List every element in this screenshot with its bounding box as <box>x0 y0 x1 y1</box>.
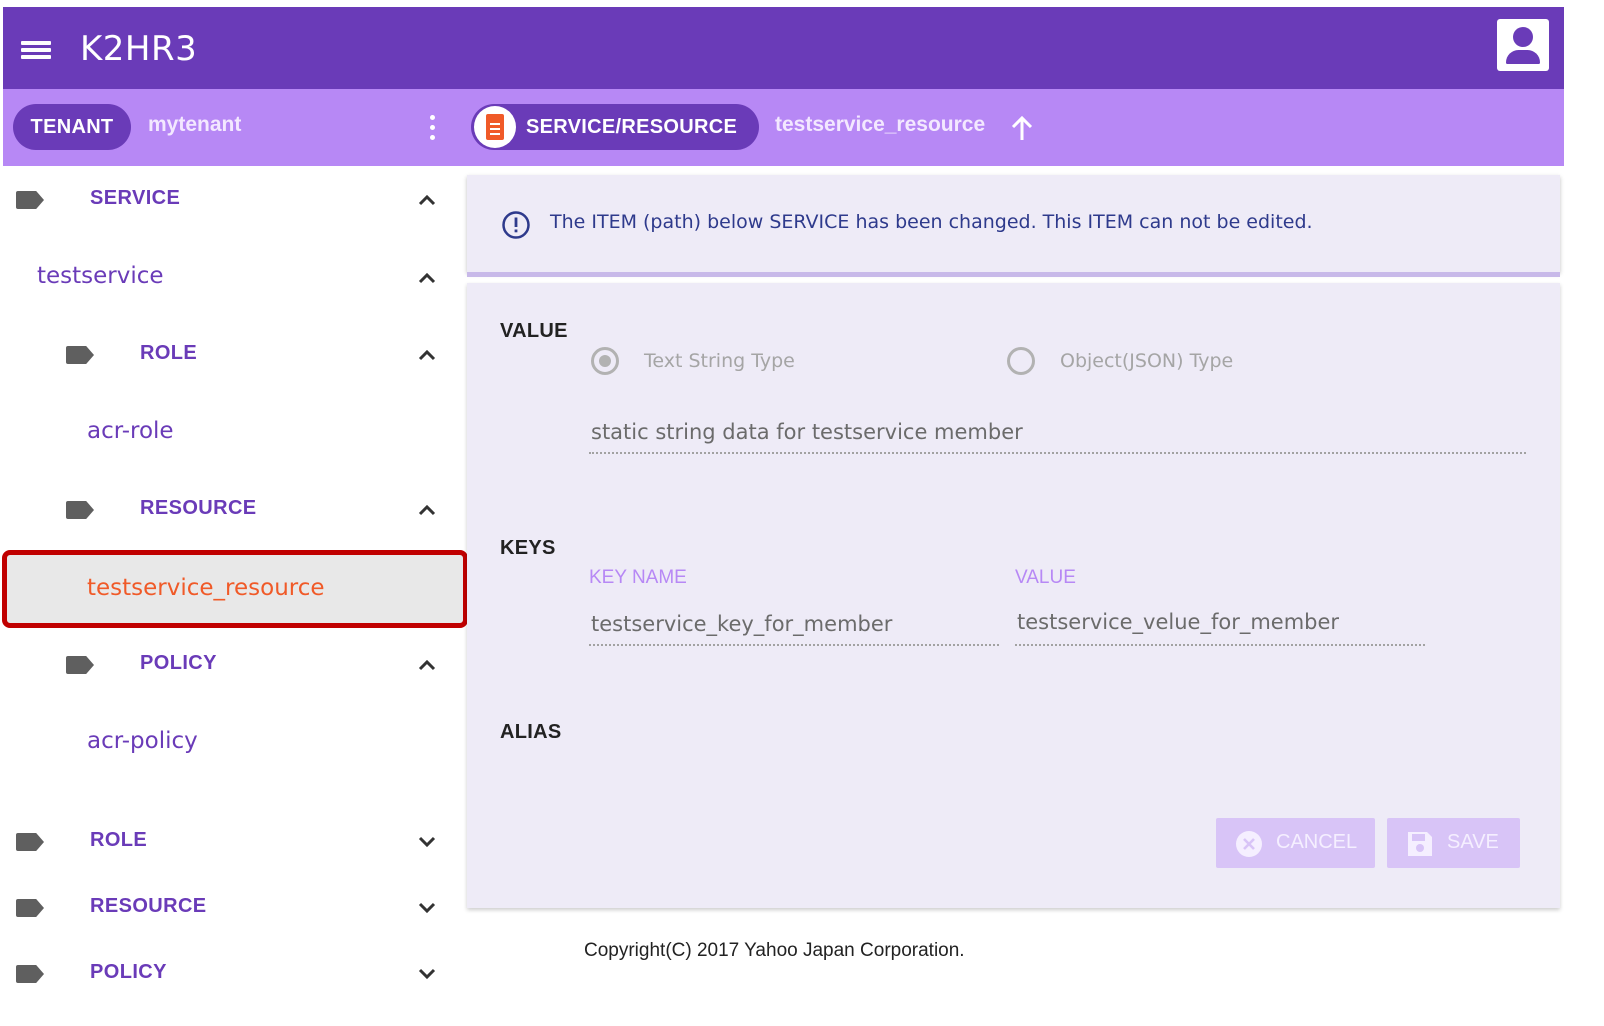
chevron-down-icon[interactable] <box>418 968 436 980</box>
save-button-label: SAVE <box>1447 831 1499 853</box>
keys-section-title: KEYS <box>500 537 556 559</box>
key-name-field[interactable]: testservice_key_for_member <box>591 612 892 636</box>
cancel-button-label: CANCEL <box>1276 831 1358 853</box>
chevron-up-icon[interactable] <box>418 272 436 284</box>
label-icon <box>66 501 94 519</box>
label-icon <box>66 346 94 364</box>
info-alert: The ITEM (path) below SERVICE has been c… <box>467 175 1560 272</box>
more-vert-icon[interactable] <box>430 115 436 143</box>
label-icon <box>16 965 44 983</box>
resource-form: VALUE Text String Type Object(JSON) Type… <box>467 283 1560 908</box>
radio-text-string-label: Text String Type <box>644 350 795 372</box>
tree-role[interactable]: ROLE <box>0 812 460 872</box>
label-icon <box>16 191 44 209</box>
tree-acr-policy[interactable]: acr-policy <box>0 713 460 773</box>
cancel-icon <box>1236 831 1262 857</box>
tree-service[interactable]: SERVICE <box>0 170 460 230</box>
chevron-up-icon[interactable] <box>418 194 436 206</box>
tree-selected-resource[interactable]: testservice_resource <box>2 550 468 628</box>
tree-resource[interactable]: RESOURCE <box>0 878 460 938</box>
save-button[interactable]: SAVE <box>1387 818 1520 868</box>
tree-service-resource[interactable]: RESOURCE <box>0 480 460 540</box>
chevron-up-icon[interactable] <box>418 504 436 516</box>
tree-service-resource-label: RESOURCE <box>140 497 257 519</box>
tree-policy[interactable]: POLICY <box>0 944 460 1004</box>
tree-service-policy-label: POLICY <box>140 652 217 674</box>
save-icon <box>1408 832 1432 856</box>
tenant-chip[interactable]: TENANT <box>13 104 131 150</box>
app-bar: K2HR3 <box>3 7 1564 89</box>
tree-testservice[interactable]: testservice <box>0 248 460 308</box>
key-value-field[interactable]: testservice_velue_for_member <box>1017 610 1339 634</box>
copyright-footer: Copyright(C) 2017 Yahoo Japan Corporatio… <box>584 940 965 961</box>
account-icon[interactable] <box>1497 19 1549 71</box>
value-textfield[interactable]: static string data for testservice membe… <box>591 420 1023 444</box>
value-section-title: VALUE <box>500 320 568 342</box>
tree-acr-policy-label: acr-policy <box>87 728 198 754</box>
tree-service-role-label: ROLE <box>140 342 198 364</box>
key-value-underline <box>1015 644 1425 646</box>
tree-service-label: SERVICE <box>90 187 181 209</box>
label-icon <box>16 833 44 851</box>
tree-role-label: ROLE <box>90 829 148 851</box>
service-resource-chip[interactable]: SERVICE/RESOURCE <box>471 104 759 150</box>
cancel-button[interactable]: CANCEL <box>1216 818 1375 868</box>
label-icon <box>16 899 44 917</box>
alias-section-title: ALIAS <box>500 721 562 743</box>
document-icon <box>474 106 516 148</box>
tree-policy-label: POLICY <box>90 961 167 983</box>
tree-resource-label: RESOURCE <box>90 895 207 917</box>
tree-service-role[interactable]: ROLE <box>0 325 460 385</box>
chevron-down-icon[interactable] <box>418 902 436 914</box>
tree-selected-resource-label: testservice_resource <box>87 575 325 601</box>
tree-testservice-label: testservice <box>37 263 164 289</box>
value-field-underline <box>589 452 1526 454</box>
tree-service-policy[interactable]: POLICY <box>0 635 460 695</box>
tree-acr-role-label: acr-role <box>87 418 174 444</box>
radio-object-json-label: Object(JSON) Type <box>1060 350 1234 372</box>
tree-acr-role[interactable]: acr-role <box>0 403 460 463</box>
resource-name: testservice_resource <box>775 113 986 136</box>
chevron-up-icon[interactable] <box>418 659 436 671</box>
sub-toolbar: TENANT mytenant SERVICE/RESOURCE testser… <box>3 89 1564 166</box>
info-icon <box>502 211 530 239</box>
arrow-up-icon[interactable] <box>1010 115 1034 141</box>
tenant-name[interactable]: mytenant <box>148 113 241 137</box>
chevron-down-icon[interactable] <box>418 836 436 848</box>
app-title: K2HR3 <box>80 29 198 69</box>
menu-icon[interactable] <box>21 41 51 59</box>
service-resource-chip-label: SERVICE/RESOURCE <box>526 116 738 138</box>
alert-divider <box>467 272 1560 277</box>
alert-message: The ITEM (path) below SERVICE has been c… <box>550 211 1313 233</box>
key-name-header: KEY NAME <box>589 567 687 588</box>
label-icon <box>66 656 94 674</box>
radio-text-string[interactable] <box>591 347 619 375</box>
radio-object-json[interactable] <box>1007 347 1035 375</box>
chevron-up-icon[interactable] <box>418 349 436 361</box>
key-value-header: VALUE <box>1015 567 1076 588</box>
key-name-underline <box>589 644 999 646</box>
